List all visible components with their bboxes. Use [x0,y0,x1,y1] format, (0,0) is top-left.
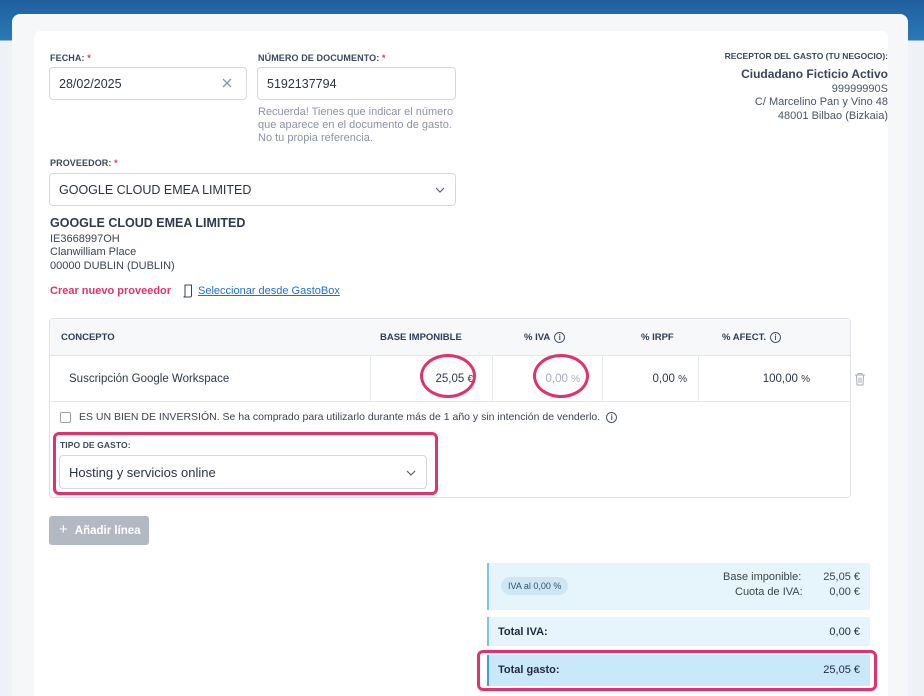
receptor-city: 48001 Bilbao (Bizkaia) [777,110,888,122]
document-icon [183,284,192,298]
add-line-button[interactable]: + Añadir línea [49,516,149,545]
cuota-iva-label: Cuota de IVA: [735,586,803,598]
receptor-label: RECEPTOR DEL GASTO (TU NEGOCIO): [724,51,888,61]
provider-address: Clanwilliam Place [50,246,137,258]
clear-icon[interactable] [221,77,233,89]
receptor-nif: 99999990S [831,83,888,95]
highlight-box-total [477,650,877,691]
trash-icon[interactable] [854,372,866,386]
fecha-input[interactable]: 28/02/2025 [49,67,247,100]
proveedor-label: PROVEEDOR: * [50,158,118,168]
highlight-box-tipo-gasto [53,432,438,495]
inversion-label: ES UN BIEN DE INVERSIÓN. Se ha comprado … [79,411,618,423]
proveedor-value: GOOGLE CLOUD EMEA LIMITED [59,182,252,197]
provider-city: 00000 DUBLIN (DUBLIN) [50,260,175,272]
receptor-address: C/ Marcelino Pan y Vino 48 [754,96,888,108]
total-iva-box: Total IVA: 0,00 € [487,617,870,646]
irpf-cell[interactable]: 0,00 % [603,356,699,402]
seleccionar-gastobox-link[interactable]: Seleccionar desde GastoBox [198,285,340,297]
inversion-checkbox[interactable] [60,412,71,423]
fecha-value: 28/02/2025 [59,76,122,91]
provider-name: GOOGLE CLOUD EMEA LIMITED [50,216,246,230]
numero-documento-value: 5192137794 [267,76,337,91]
chevron-down-icon [435,187,445,193]
col-iva: % IVA i [524,332,566,343]
total-iva-label: Total IVA: [498,626,548,638]
highlight-circle-iva [533,354,589,398]
concepto-cell[interactable]: Suscripción Google Workspace [50,356,371,402]
crear-proveedor-link[interactable]: Crear nuevo proveedor [50,285,171,297]
cuota-iva-value: 0,00 € [829,586,860,598]
col-afect: % AFECT. i [722,332,781,343]
provider-vat: IE3668997OH [50,233,120,245]
info-icon[interactable]: i [606,411,618,423]
numero-documento-input[interactable]: 5192137794 [257,67,456,100]
plus-icon: + [59,521,68,538]
highlight-circle-base [420,354,476,398]
col-concepto: CONCEPTO [61,332,115,343]
info-icon[interactable]: i [769,332,781,343]
total-iva-value: 0,00 € [829,626,860,638]
afect-cell[interactable]: 100,00 % [699,356,850,402]
col-base-imponible: BASE IMPONIBLE [380,332,462,343]
col-irpf: % IRPF [641,332,674,343]
info-icon[interactable]: i [554,332,566,343]
base-imponible-label: Base imponible: [723,571,802,583]
iva-summary-box: IVA al 0,00 % Base imponible: 25,05 € Cu… [487,563,870,610]
receptor-name: Ciudadano Ficticio Activo [741,67,888,81]
iva-badge: IVA al 0,00 % [501,577,569,595]
fecha-label: FECHA: * [50,53,91,63]
numero-documento-hint: Recuerda! Tienes que indicar el número q… [258,106,454,144]
proveedor-select[interactable]: GOOGLE CLOUD EMEA LIMITED [49,173,456,206]
table-header: CONCEPTO BASE IMPONIBLE % IVA i % IRPF % … [50,319,850,356]
numero-documento-label: NÚMERO DE DOCUMENTO: * [258,53,386,63]
base-imponible-value: 25,05 € [823,571,860,583]
